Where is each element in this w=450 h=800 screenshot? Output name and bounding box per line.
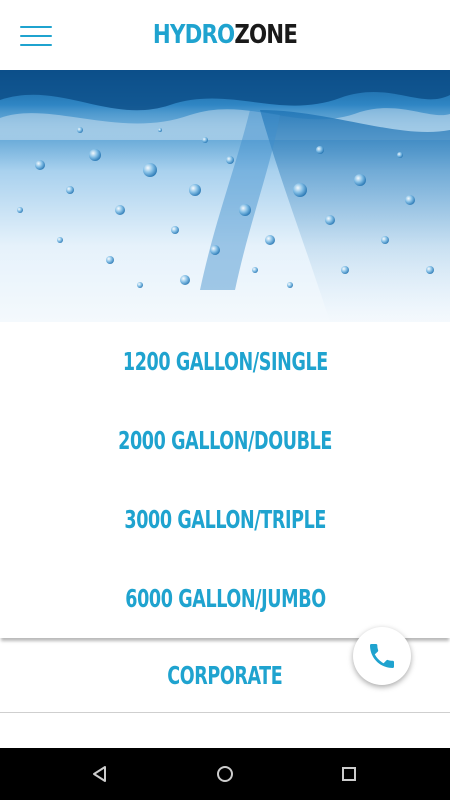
home-button[interactable] — [195, 748, 255, 800]
brand-part-hydro: HYDRO — [152, 20, 235, 50]
recents-button[interactable] — [319, 748, 379, 800]
recents-square-icon — [342, 767, 356, 781]
list-item-label: 6000 GALLON/JUMBO — [124, 584, 326, 613]
list-item-label: 1200 GALLON/SINGLE — [122, 347, 328, 376]
back-button[interactable] — [70, 748, 130, 800]
list-item-label: CORPORATE — [167, 660, 283, 690]
list-item-1200-gallon-single[interactable]: 1200 GALLON/SINGLE — [0, 322, 450, 401]
app-screen: HYDROZONE 1200 GALLON/SINGLE 2000 GALLON… — [0, 0, 450, 800]
water-splash-image — [0, 70, 450, 322]
list-item-2000-gallon-double[interactable]: 2000 GALLON/DOUBLE — [0, 401, 450, 480]
home-circle-icon — [217, 766, 233, 782]
phone-icon — [370, 644, 394, 668]
brand-part-zone: ZONE — [234, 20, 298, 50]
system-nav-bar — [0, 748, 450, 800]
list-item-3000-gallon-triple[interactable]: 3000 GALLON/TRIPLE — [0, 480, 450, 559]
back-triangle-icon — [93, 766, 106, 782]
hero-water-image — [0, 70, 450, 322]
list-item-label: 2000 GALLON/DOUBLE — [118, 426, 332, 455]
app-header: HYDROZONE — [0, 0, 450, 70]
list-item-label: 3000 GALLON/TRIPLE — [124, 505, 326, 534]
brand-logo: HYDROZONE — [41, 20, 410, 50]
call-button[interactable] — [353, 627, 411, 685]
